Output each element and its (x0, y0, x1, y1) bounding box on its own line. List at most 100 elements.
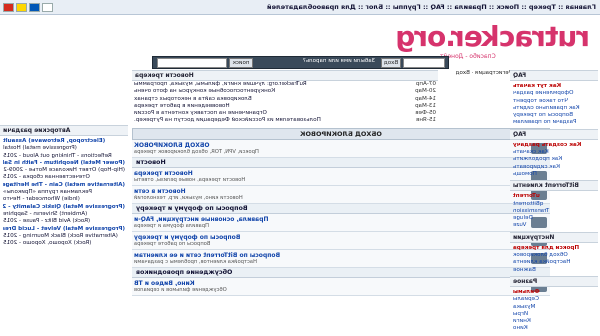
forum-description: Обсуждение фильмов и сериалов (134, 287, 227, 293)
release-link[interactable]: Reflections - Thinking out Aloud - 2015 (3, 153, 125, 160)
sidebar-link[interactable]: Что такое торрент (513, 98, 595, 105)
search-input[interactable] (157, 58, 227, 68)
release-link[interactable]: Рекламная группа «Приколы» (3, 189, 125, 196)
release-link[interactable]: Отечественная сборка - 2015 (3, 174, 125, 181)
login-button[interactable]: Вход (381, 58, 401, 68)
sidebar-link[interactable]: Обход блокировок (513, 252, 595, 259)
sidebar-section-title: Инструкции (510, 231, 598, 243)
sidebar-link[interactable]: Фильмы (513, 289, 595, 296)
release-link[interactable]: (Indie) Whomcedar - Нечто (3, 196, 125, 203)
site-logo[interactable]: rutracker.org Спасибо - Донейт (396, 20, 590, 60)
release-link[interactable]: (Ambient) Shiversn - Sapphire (3, 211, 125, 218)
right-sidebar: FAQ Как тут качать Оформление раздач Что та… (510, 70, 598, 335)
forum-row[interactable]: Кино, Видео и ТВ Обсуждение фильмов и сер… (132, 278, 550, 296)
sidebar-link[interactable]: Настройка клиента (513, 259, 595, 266)
news-row: RuTracker.org: лучшие книги, фильмы, муз… (132, 81, 438, 88)
news-link[interactable]: Ограничение на поставку контента в Росси… (132, 110, 408, 117)
release-link[interactable]: (Electropop, Retrowave) Assault (3, 138, 125, 145)
sidebar-link[interactable]: Вопросы по трекеру (513, 112, 595, 119)
authors-title: Авторские раздачи (0, 125, 128, 136)
sidebar-section-title: FAQ (510, 128, 598, 140)
sidebar-link[interactable]: Книги (513, 318, 595, 325)
main-nav[interactable]: Главная :: Трекер :: Поиск :: Правила ::… (267, 3, 596, 11)
forum-category: Новости (132, 158, 550, 168)
language-flags[interactable] (3, 3, 53, 12)
sidebar-list: Как создать раздачу Как скачать Как продол… (510, 140, 598, 180)
sidebar-link[interactable]: Transmission (513, 208, 595, 215)
news-link[interactable]: RuTracker.org: лучшие книги, фильмы, муз… (132, 81, 408, 88)
news-row: Блокировка сайта в некоторых странах 14-М… (132, 96, 438, 103)
flag-icon[interactable] (42, 3, 53, 12)
release-link[interactable]: (Rock) Avid Blitz - Pause - 2015 (3, 218, 125, 225)
news-link[interactable]: Пользователям из Российской Федерации до… (132, 117, 408, 124)
forgot-password-link[interactable]: Забыли имя или пароль? (303, 58, 375, 64)
forum-description: Прокси, VPN, TOR, обход блокировок треке… (134, 149, 259, 155)
sidebar-link[interactable]: Игры (513, 311, 595, 318)
sidebar-link[interactable]: Прокси для трекера (513, 245, 595, 252)
forum-name-link[interactable]: Правила, основные инструкции, FAQ-и (134, 216, 520, 223)
sidebar-link[interactable]: Важное (513, 267, 595, 274)
release-link[interactable]: (Hip-Hop) Ответ Николасе Мотье - 2009-20… (3, 167, 125, 174)
forum-row[interactable]: ОБХОД БЛОКИРОВОК Прокси, VPN, TOR, обход … (132, 140, 550, 158)
sidebar-link[interactable]: qBittorrent (513, 201, 595, 208)
forum-name-link[interactable]: Вопросы по BitTorrent сети и ее клиентам (134, 252, 520, 259)
sidebar-link[interactable]: uTorrent (513, 193, 595, 200)
search-button[interactable]: поиск (229, 58, 253, 68)
forum-name-link[interactable]: Кино, Видео и ТВ (134, 280, 520, 287)
login-bar: Забыли имя или пароль? поиск Вход (152, 56, 449, 69)
sidebar-link[interactable]: Vuze (513, 222, 595, 229)
news-link[interactable]: Блокировка сайта в некоторых странах (132, 96, 408, 103)
top-bar: Главная :: Трекер :: Поиск :: Правила ::… (0, 0, 600, 15)
flag-icon[interactable] (16, 3, 27, 12)
flag-icon[interactable] (29, 3, 40, 12)
release-link[interactable]: (Power Metal) Neophitum - Faith in Salva… (3, 160, 125, 167)
release-link[interactable]: (Alternative metal) Cain - The Heritage … (3, 182, 125, 189)
sidebar-link[interactable]: Раздачи по правилам (513, 119, 595, 126)
sidebar-link[interactable]: Как создать раздачу (513, 142, 595, 149)
flag-icon[interactable] (3, 3, 14, 12)
news-row: Пользователям из Российской Федерации до… (132, 117, 438, 124)
forum-row[interactable]: Правила, основные инструкции, FAQ-и Прави… (132, 214, 550, 232)
sidebar-link[interactable]: Deluge (513, 215, 595, 222)
sidebar-link[interactable]: Кино (513, 325, 595, 332)
release-link[interactable]: (Progressive Metal) Qiskic Calamity - 20… (3, 204, 125, 211)
sidebar-list: Фильмы Сериалы Музыка Игры Книги Кино (510, 287, 598, 335)
news-row: Конкурентоспособные конкурсы на фото оче… (132, 88, 438, 95)
register-link[interactable]: Регистрация · Вход (442, 70, 512, 80)
sidebar-link[interactable]: Как тут качать (513, 83, 595, 90)
forum-description: Настройка клиентов, проблемы с раздачами (134, 259, 257, 265)
forum-row[interactable]: Новости трекера Новости трекера, новые ре… (132, 168, 550, 186)
forum-list: ОБХОД БЛОКИРОВОК ОБХОД БЛОКИРОВОК Прокси,… (132, 128, 550, 296)
news-link[interactable]: Нововведения в работе трекера (132, 103, 408, 110)
release-link[interactable]: (Rock) Хорошо, Хорошо - 2015 (3, 240, 125, 247)
news-date: 05-Фев (415, 110, 436, 117)
sidebar-list: Прокси для трекера Обход блокировок Настро… (510, 243, 598, 276)
release-link[interactable]: (Alternative Rock) Black Mourning - 2015 (3, 233, 125, 240)
news-link[interactable]: Конкурентоспособные конкурсы на фото оче… (132, 88, 408, 95)
sidebar-link[interactable]: Как скачать (513, 149, 595, 156)
forum-row[interactable]: Вопросы по BitTorrent сети и ее клиентам… (132, 250, 550, 268)
logo-tagline: Спасибо - Донейт (440, 53, 496, 60)
sidebar-link[interactable]: Сериалы (513, 296, 595, 303)
news-date: 07-Апр (415, 81, 436, 87)
forum-description: Новости кино, музыки, игр, технологий (134, 195, 243, 201)
sidebar-link[interactable]: Как продолжить (513, 156, 595, 163)
forum-name-link[interactable]: Новости трекера (134, 170, 520, 177)
sidebar-link[interactable]: Как правильно сидить (513, 105, 595, 112)
forum-name-link[interactable]: Новости в сети (134, 188, 520, 195)
sidebar-link[interactable]: Музыка (513, 304, 595, 311)
news-date: 15-Янв (416, 117, 436, 124)
sidebar-link[interactable]: Как сидировать (513, 164, 595, 171)
forum-name-link[interactable]: Вопросы по форуму и трекеру (134, 234, 520, 241)
forum-description: Новости трекера, новые релизы, ответы (134, 177, 246, 183)
username-field[interactable] (403, 58, 445, 68)
release-link[interactable]: (Progressive metal) Hostal (3, 145, 125, 152)
forum-row[interactable]: Вопросы по форуму и трекеру Вопросы по ра… (132, 232, 550, 250)
sidebar-link[interactable]: Оформление раздач (513, 90, 595, 97)
sidebar-list: uTorrent qBittorrent Transmission Deluge Vuz… (510, 191, 598, 231)
release-link[interactable]: (Progressive Metal) Velvet - Lucid Dream… (3, 226, 125, 233)
sidebar-link[interactable]: Помощь (513, 171, 595, 178)
forum-row[interactable]: Новости в сети Новости кино, музыки, игр,… (132, 186, 550, 204)
forum-name-link[interactable]: ОБХОД БЛОКИРОВОК (134, 142, 520, 149)
news-date: 20-Мар (415, 88, 436, 95)
